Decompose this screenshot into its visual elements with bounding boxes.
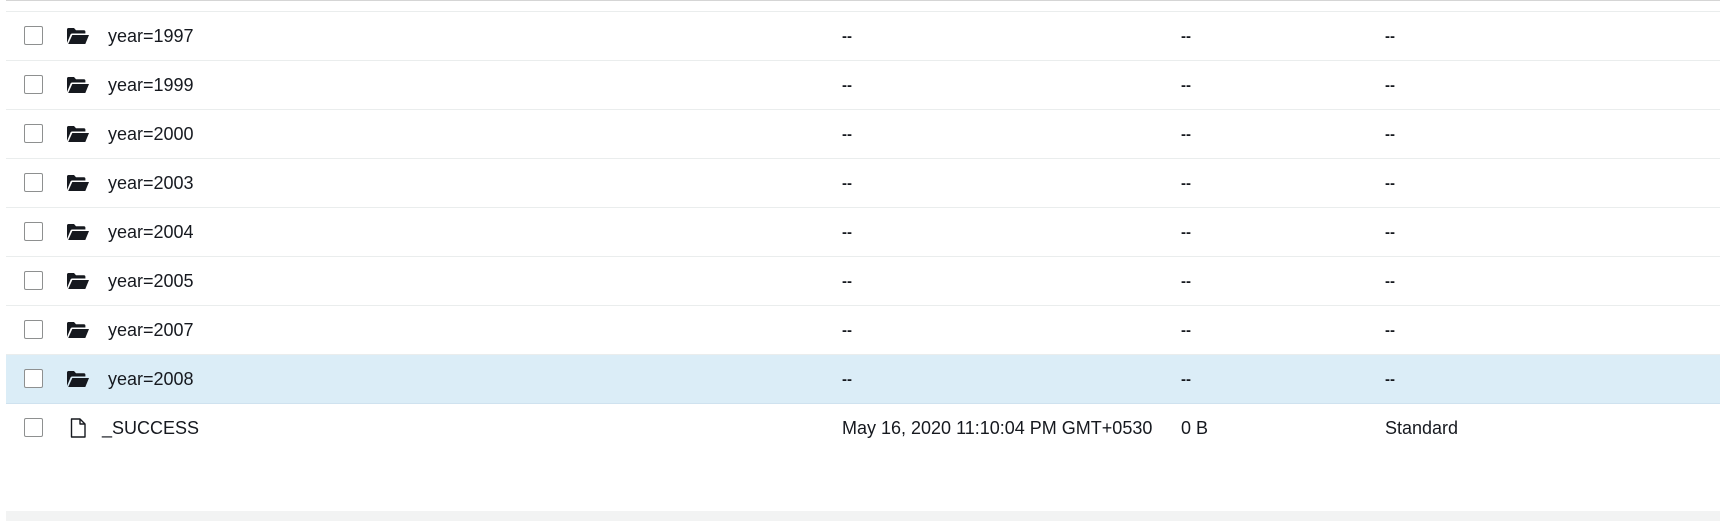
table-row[interactable]: year=1997 -- -- --	[6, 12, 1720, 61]
footer-bar	[6, 511, 1720, 521]
storage-class-cell: Standard	[1385, 418, 1459, 438]
folder-open-icon	[66, 369, 90, 389]
storage-class-cell: --	[1385, 77, 1395, 94]
last-modified-cell: --	[842, 224, 852, 241]
folder-name-link[interactable]: year=2008	[108, 355, 194, 404]
row-checkbox[interactable]	[24, 369, 43, 388]
folder-name-link[interactable]: year=2005	[108, 257, 194, 306]
storage-class-cell: --	[1385, 371, 1395, 388]
size-cell: --	[1181, 1, 1191, 12]
folder-name-link[interactable]: year=1994	[108, 1, 194, 12]
table-row[interactable]: year=1999 -- -- --	[6, 61, 1720, 110]
folder-name-link[interactable]: year=1997	[108, 12, 194, 61]
storage-class-cell: --	[1385, 224, 1395, 241]
objects-table-body: year=1994 -- -- -- year=1997 -- -- -- year=1999 -…	[6, 1, 1720, 439]
folder-name-link[interactable]: year=1999	[108, 61, 194, 110]
folder-name-link[interactable]: year=2003	[108, 159, 194, 208]
storage-class-cell: --	[1385, 322, 1395, 339]
folder-name-link[interactable]: year=2004	[108, 208, 194, 257]
row-checkbox[interactable]	[24, 271, 43, 290]
size-cell: 0 B	[1181, 418, 1209, 438]
row-checkbox[interactable]	[24, 222, 43, 241]
folder-name-link[interactable]: year=2007	[108, 306, 194, 355]
last-modified-cell: May 16, 2020 11:10:04 PM GMT+0530	[842, 418, 1153, 438]
file-name-link[interactable]: _SUCCESS	[102, 404, 199, 439]
storage-class-cell: --	[1385, 175, 1395, 192]
storage-class-cell: --	[1385, 1, 1395, 12]
size-cell: --	[1181, 371, 1191, 388]
folder-name-link[interactable]: year=2000	[108, 110, 194, 159]
storage-class-cell: --	[1385, 28, 1395, 45]
row-checkbox[interactable]	[24, 320, 43, 339]
storage-class-cell: --	[1385, 126, 1395, 143]
folder-open-icon	[66, 222, 90, 242]
size-cell: --	[1181, 322, 1191, 339]
folder-open-icon	[66, 173, 90, 193]
size-cell: --	[1181, 224, 1191, 241]
storage-class-cell: --	[1385, 273, 1395, 290]
size-cell: --	[1181, 28, 1191, 45]
row-checkbox[interactable]	[24, 26, 43, 45]
table-row[interactable]: year=2008 -- -- --	[6, 355, 1720, 404]
folder-open-icon	[66, 124, 90, 144]
row-checkbox[interactable]	[24, 75, 43, 94]
table-row[interactable]: year=2005 -- -- --	[6, 257, 1720, 306]
size-cell: --	[1181, 273, 1191, 290]
last-modified-cell: --	[842, 175, 852, 192]
last-modified-cell: --	[842, 77, 852, 94]
row-checkbox[interactable]	[24, 173, 43, 192]
table-row[interactable]: year=2007 -- -- --	[6, 306, 1720, 355]
objects-table: year=1994 -- -- -- year=1997 -- -- -- year=1999 -…	[6, 0, 1720, 439]
folder-open-icon	[66, 75, 90, 95]
table-row[interactable]: year=2004 -- -- --	[6, 208, 1720, 257]
last-modified-cell: --	[842, 1, 852, 12]
size-cell: --	[1181, 126, 1191, 143]
last-modified-cell: --	[842, 28, 852, 45]
folder-open-icon	[66, 26, 90, 46]
folder-open-icon	[66, 271, 90, 291]
size-cell: --	[1181, 175, 1191, 192]
size-cell: --	[1181, 77, 1191, 94]
file-icon	[66, 418, 90, 438]
table-row[interactable]: year=2003 -- -- --	[6, 159, 1720, 208]
table-row[interactable]: year=2000 -- -- --	[6, 110, 1720, 159]
folder-open-icon	[66, 320, 90, 340]
last-modified-cell: --	[842, 126, 852, 143]
last-modified-cell: --	[842, 322, 852, 339]
row-checkbox[interactable]	[24, 124, 43, 143]
last-modified-cell: --	[842, 371, 852, 388]
last-modified-cell: --	[842, 273, 852, 290]
table-row[interactable]: year=1994 -- -- --	[6, 1, 1720, 12]
table-row[interactable]: _SUCCESS May 16, 2020 11:10:04 PM GMT+053…	[6, 404, 1720, 439]
row-checkbox[interactable]	[24, 418, 43, 437]
